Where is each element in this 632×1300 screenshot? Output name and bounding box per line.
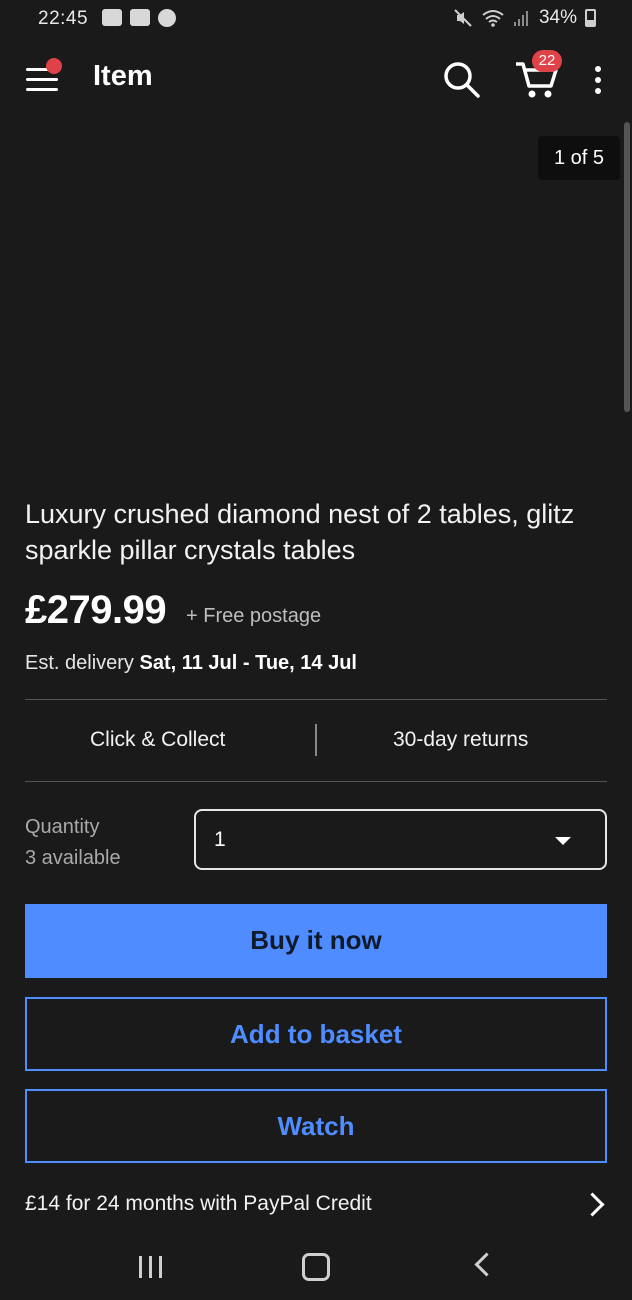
- delivery-prefix: Est. delivery: [25, 652, 140, 674]
- mute-icon: [454, 9, 472, 27]
- chevron-down-icon: [555, 837, 571, 845]
- status-icons-left: [102, 9, 176, 27]
- divider: [25, 781, 607, 782]
- status-bar: 22:45 34%: [0, 0, 632, 38]
- menu-button[interactable]: [26, 58, 62, 100]
- battery-percent: 34%: [538, 7, 577, 28]
- system-nav-bar: [0, 1236, 632, 1300]
- menu-icon-line: [26, 78, 58, 81]
- badge-icon: [158, 9, 176, 27]
- item-title: Luxury crushed diamond nest of 2 tables,…: [25, 499, 575, 565]
- chevron-right-icon: [580, 1192, 605, 1217]
- status-time: 22:45: [38, 8, 89, 29]
- buy-it-now-button[interactable]: Buy it now: [25, 904, 607, 978]
- battery-icon: [585, 9, 596, 27]
- menu-icon-line: [26, 88, 58, 91]
- quantity-label-block: Quantity 3 available: [25, 812, 121, 874]
- back-icon[interactable]: [474, 1252, 499, 1277]
- add-to-basket-button[interactable]: Add to basket: [25, 997, 607, 1071]
- click-collect-label: Click & Collect: [90, 728, 226, 751]
- notification-dot: [46, 58, 62, 74]
- status-icons-right: 34%: [453, 7, 596, 29]
- gallery-icon: [102, 9, 122, 26]
- quantity-value: 1: [214, 828, 226, 851]
- delivery-estimate: Est. delivery Sat, 11 Jul - Tue, 14 Jul: [25, 652, 357, 675]
- scrollbar[interactable]: [624, 122, 630, 412]
- delivery-dates: Sat, 11 Jul - Tue, 14 Jul: [139, 652, 357, 674]
- paypal-credit-text: £14 for 24 months with PayPal Credit: [25, 1192, 372, 1215]
- home-icon[interactable]: [302, 1253, 330, 1281]
- quantity-label: Quantity: [25, 816, 100, 838]
- feature-separator: [315, 724, 317, 756]
- returns-label: 30-day returns: [393, 728, 529, 751]
- page-title: Item: [93, 60, 153, 92]
- signal-icon: [513, 11, 528, 26]
- recents-icon[interactable]: [139, 1256, 165, 1278]
- watch-button[interactable]: Watch: [25, 1089, 607, 1163]
- quantity-select[interactable]: 1: [194, 809, 607, 870]
- postage-info: + Free postage: [186, 605, 322, 627]
- features-row: Click & Collect 30-day returns: [25, 700, 607, 782]
- search-icon[interactable]: [442, 60, 482, 100]
- item-price: £279.99: [25, 588, 167, 632]
- youtube-icon: [130, 9, 150, 26]
- wifi-icon: [482, 10, 504, 27]
- gallery-counter: 1 of 5: [538, 136, 620, 180]
- more-options-icon[interactable]: [588, 66, 608, 96]
- quantity-available: 3 available: [25, 847, 121, 869]
- cart-count-badge: 22: [532, 50, 562, 72]
- paypal-credit-row[interactable]: £14 for 24 months with PayPal Credit: [25, 1186, 607, 1230]
